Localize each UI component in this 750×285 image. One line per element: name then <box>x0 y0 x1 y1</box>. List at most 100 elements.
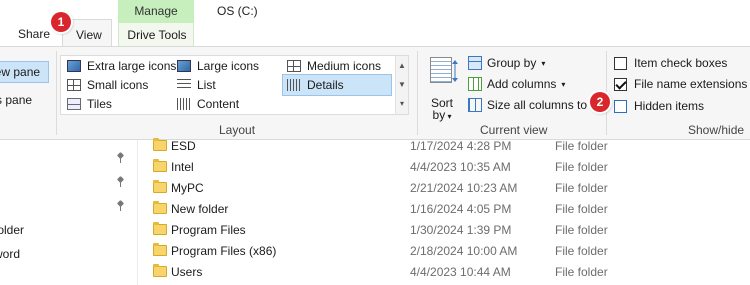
table-row[interactable]: Intel 4/4/2023 10:35 AM File folder <box>138 157 750 178</box>
file-date: 4/4/2023 10:44 AM <box>410 265 511 279</box>
nav-item[interactable]: folder <box>0 223 30 237</box>
file-date: 1/17/2024 4:28 PM <box>410 139 512 153</box>
group-separator <box>417 51 418 135</box>
layout-list-label: List <box>197 78 216 92</box>
scroll-up-icon[interactable]: ▲ <box>396 56 408 75</box>
file-name: Intel <box>171 160 194 174</box>
medium-icons-icon <box>287 60 301 72</box>
callout-badge-1: 1 <box>51 12 71 32</box>
layout-details[interactable]: Details <box>282 74 392 96</box>
file-date: 1/16/2024 4:05 PM <box>410 202 512 216</box>
table-row[interactable]: New folder 1/16/2024 4:05 PM File folder <box>138 199 750 220</box>
file-type: File folder <box>555 160 608 174</box>
pin-icon[interactable] <box>116 177 125 187</box>
folder-icon <box>153 159 167 172</box>
nav-item[interactable]: s <box>0 152 6 166</box>
file-type: File folder <box>555 202 608 216</box>
file-name-extensions-label: File name extensions <box>634 77 748 91</box>
scroll-down-icon[interactable]: ▼ <box>396 75 408 94</box>
item-check-boxes-toggle[interactable]: Item check boxes <box>614 53 727 73</box>
content-icon <box>177 98 191 110</box>
file-type: File folder <box>555 223 608 237</box>
layout-details-label: Details <box>307 78 344 92</box>
nav-item[interactable]: word <box>0 247 26 261</box>
table-row[interactable]: ESD 1/17/2024 4:28 PM File folder <box>138 136 750 157</box>
table-row[interactable]: Users 4/4/2023 10:44 AM File folder <box>138 262 750 283</box>
nav-item-label: folder <box>0 223 25 237</box>
tab-drive-tools[interactable]: Drive Tools <box>118 23 194 46</box>
explorer-content: s s folder word ESD 1/17/2024 4:28 PM Fi… <box>0 138 750 285</box>
table-row[interactable]: Program Files 1/30/2024 1:39 PM File fol… <box>138 220 750 241</box>
manage-context-label: Manage <box>134 4 178 18</box>
current-view-group-label: Current view <box>480 123 548 137</box>
layout-large-label: Large icons <box>197 59 260 73</box>
group-by-icon <box>468 56 482 70</box>
layout-small-icons[interactable]: Small icons <box>63 75 148 95</box>
tab-view-label: View <box>76 28 102 42</box>
layout-large-icons[interactable]: Large icons <box>173 56 259 76</box>
file-type: File folder <box>555 265 608 279</box>
size-columns-label: Size all columns to fit <box>487 98 600 112</box>
details-icon <box>287 79 301 91</box>
manage-context-header: Manage <box>118 0 194 23</box>
tab-share[interactable]: Share <box>18 27 50 41</box>
details-pane-button[interactable]: ails pane <box>0 93 48 107</box>
pin-icon[interactable] <box>116 153 125 163</box>
file-name-extensions-checkbox[interactable] <box>614 77 627 91</box>
layout-tiles[interactable]: Tiles <box>63 94 112 114</box>
add-columns-icon <box>468 77 482 91</box>
group-by-label: Group by <box>487 56 537 70</box>
nav-item-label: word <box>0 247 21 261</box>
layout-list[interactable]: List <box>173 75 216 95</box>
layout-content[interactable]: Content <box>173 94 239 114</box>
nav-item[interactable]: s <box>0 176 6 190</box>
tiles-icon <box>67 98 81 110</box>
folder-icon <box>153 201 167 214</box>
layout-extra-large-label: Extra large icons <box>87 59 177 73</box>
file-type: File folder <box>555 139 608 153</box>
table-row[interactable]: MyPC 2/21/2024 10:23 AM File folder <box>138 178 750 199</box>
navigation-pane-button[interactable]: view pane <box>0 61 49 83</box>
layout-group-label: Layout <box>219 123 256 137</box>
file-name: New folder <box>171 202 229 216</box>
layout-small-label: Small icons <box>87 78 149 92</box>
group-separator <box>606 51 607 135</box>
list-icon <box>177 79 191 91</box>
layout-gallery: Extra large icons Large icons Medium ico… <box>60 55 409 115</box>
table-row[interactable]: Program Files (x86) 2/18/2024 10:00 AM F… <box>138 241 750 262</box>
hidden-items-toggle[interactable]: Hidden items <box>614 96 704 116</box>
file-name: Program Files <box>171 223 246 237</box>
layout-medium-icons[interactable]: Medium icons <box>283 56 381 76</box>
file-name: MyPC <box>171 181 204 195</box>
show-hide-group-label: Show/hide <box>688 123 745 137</box>
folder-icon <box>153 138 167 151</box>
window-title: OS (C:) <box>217 4 258 18</box>
sort-by-button[interactable]: Sort by ▾ <box>426 53 458 121</box>
sort-icon <box>430 57 452 83</box>
group-by-button[interactable]: Group by ▾ <box>468 53 545 73</box>
extra-large-icons-icon <box>67 60 81 72</box>
hidden-items-checkbox[interactable] <box>614 99 627 113</box>
gallery-scrollbar[interactable]: ▲ ▼ ▾ <box>395 56 408 114</box>
add-columns-button[interactable]: Add columns ▾ <box>468 74 565 94</box>
expand-gallery-icon[interactable]: ▾ <box>396 94 408 113</box>
sort-arrows-icon <box>452 60 458 82</box>
file-date: 4/4/2023 10:35 AM <box>410 160 511 174</box>
file-name: Program Files (x86) <box>171 244 277 258</box>
small-icons-icon <box>67 79 81 91</box>
item-check-boxes-checkbox[interactable] <box>614 56 627 70</box>
callout-badge-2: 2 <box>590 92 610 112</box>
large-icons-icon <box>177 60 191 72</box>
file-name-extensions-toggle[interactable]: File name extensions <box>614 74 747 94</box>
pin-icon[interactable] <box>116 201 125 211</box>
file-type: File folder <box>555 244 608 258</box>
file-name: Users <box>171 265 203 279</box>
folder-icon <box>153 222 167 235</box>
layout-extra-large-icons[interactable]: Extra large icons <box>63 56 176 76</box>
sort-by-label: Sort by ▾ <box>426 97 458 123</box>
layout-medium-label: Medium icons <box>307 59 382 73</box>
size-columns-icon <box>468 98 482 112</box>
size-all-columns-button[interactable]: Size all columns to fit <box>468 95 604 115</box>
folder-icon <box>153 243 167 256</box>
folder-icon <box>153 264 167 277</box>
